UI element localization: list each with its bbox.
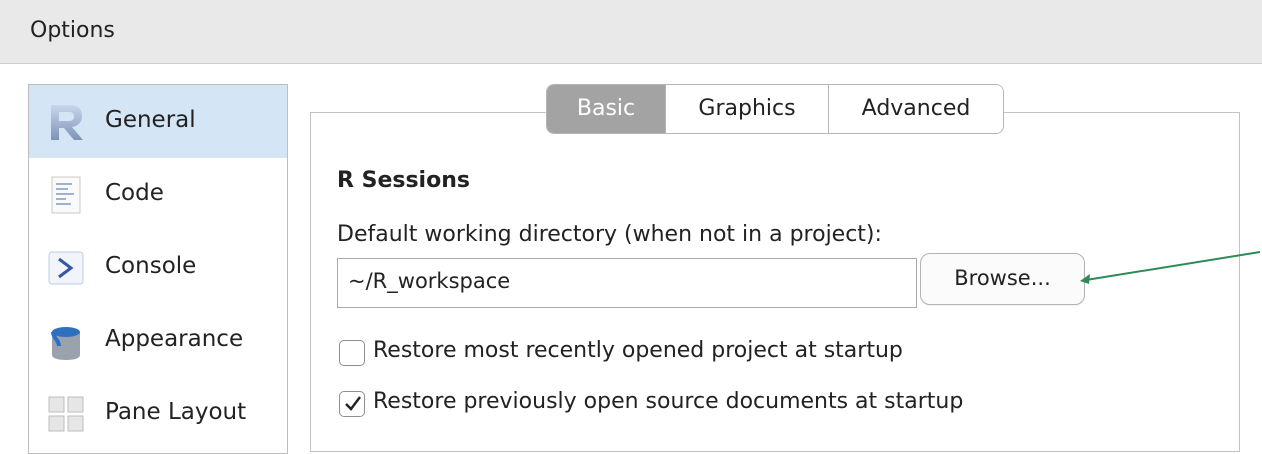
restore-project-checkbox[interactable] <box>339 340 365 366</box>
options-sidebar: General Code Console Appearance Pane Lay… <box>28 84 288 454</box>
sidebar-item-code[interactable]: Code <box>29 158 287 231</box>
options-titlebar: Options <box>0 0 1262 64</box>
window-title: Options <box>30 18 115 43</box>
tab-graphics[interactable]: Graphics <box>665 85 828 133</box>
sidebar-item-pane-layout[interactable]: Pane Layout <box>29 377 287 450</box>
sidebar-item-label: Pane Layout <box>105 399 247 425</box>
checkmark-icon <box>345 396 361 411</box>
sidebar-item-label: Appearance <box>105 326 244 352</box>
sidebar-item-label: General <box>105 107 196 133</box>
options-tabs: Basic Graphics Advanced <box>546 84 1004 134</box>
console-prompt-icon <box>48 251 84 285</box>
working-directory-label: Default working directory (when not in a… <box>337 222 882 247</box>
sidebar-item-appearance[interactable]: Appearance <box>29 304 287 377</box>
annotation-arrow <box>1080 251 1261 284</box>
pane-grid-icon <box>48 396 84 432</box>
sidebar-item-label: Code <box>105 180 164 206</box>
r-logo-icon <box>51 105 83 140</box>
paint-bucket-icon <box>51 327 80 360</box>
restore-documents-label: Restore previously open source documents… <box>373 389 964 414</box>
sidebar-item-general[interactable]: General <box>29 85 287 158</box>
sidebar-item-label: Console <box>105 253 197 279</box>
browse-button[interactable]: Browse... <box>920 253 1085 305</box>
working-directory-input[interactable]: ~/R_workspace <box>337 258 917 308</box>
restore-project-label: Restore most recently opened project at … <box>373 338 903 363</box>
tab-advanced[interactable]: Advanced <box>828 85 1003 133</box>
section-title-r-sessions: R Sessions <box>337 168 470 193</box>
tab-basic[interactable]: Basic <box>547 85 665 133</box>
sidebar-item-console[interactable]: Console <box>29 231 287 304</box>
code-file-icon <box>51 176 81 214</box>
restore-documents-checkbox[interactable] <box>339 391 365 417</box>
